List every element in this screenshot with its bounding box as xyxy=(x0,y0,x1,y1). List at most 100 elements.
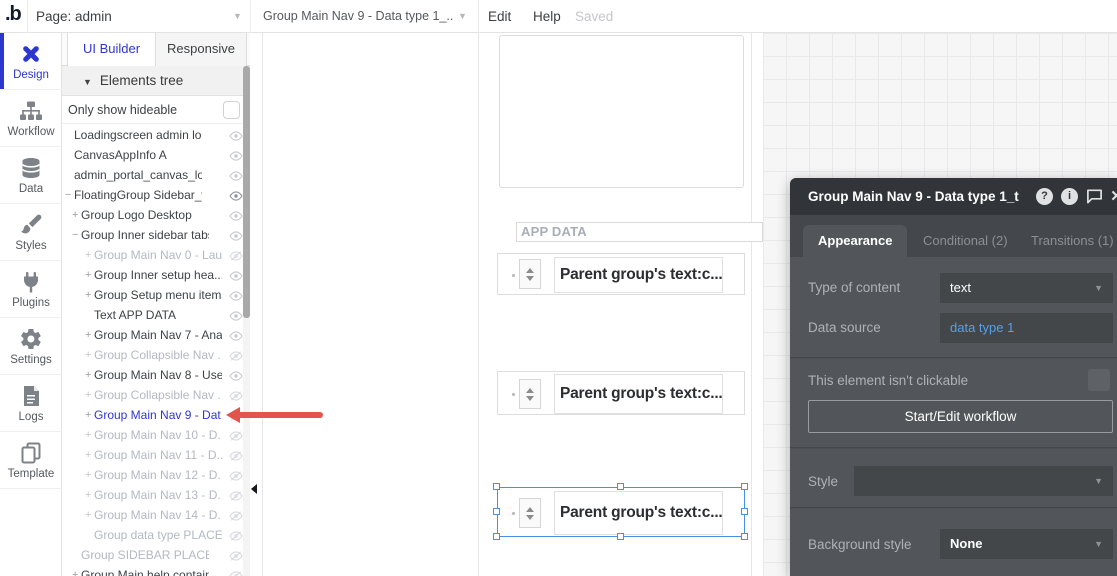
eye-off-icon[interactable] xyxy=(229,450,243,460)
sort-toggle[interactable] xyxy=(519,498,541,528)
tree-item[interactable]: +Group Setup menu items xyxy=(62,285,243,305)
sort-toggle[interactable] xyxy=(519,259,541,289)
tree-item[interactable]: +Group Logo Desktop xyxy=(62,205,243,225)
tree-item[interactable]: +Group Main Nav 12 - D... xyxy=(62,465,243,485)
collapse-icon[interactable]: − xyxy=(72,229,81,241)
tree-item[interactable]: +Group Main Nav 9 - Dat... xyxy=(62,405,243,425)
tree-scrollbar-thumb[interactable] xyxy=(243,66,250,318)
parent-group-text-element[interactable]: Parent group's text:c... xyxy=(554,491,723,535)
eye-off-icon[interactable] xyxy=(229,430,243,440)
tree-item[interactable]: +Group Main Nav 7 - Ana... xyxy=(62,325,243,345)
repeating-row[interactable]: Parent group's text:c... xyxy=(497,253,745,295)
parent-group-text-element[interactable]: Parent group's text:c... xyxy=(554,374,723,414)
selection-handle[interactable] xyxy=(493,483,500,490)
comment-icon[interactable] xyxy=(1086,188,1103,205)
tab-responsive[interactable]: Responsive xyxy=(156,33,247,66)
not-clickable-checkbox[interactable] xyxy=(1088,369,1110,391)
eye-off-icon[interactable] xyxy=(229,530,243,540)
expand-icon[interactable]: + xyxy=(85,409,94,421)
canvas[interactable]: APP DATA Parent group's text:c... Parent … xyxy=(250,33,763,576)
selection-handle[interactable] xyxy=(493,533,500,540)
data-source-field[interactable]: data type 1 xyxy=(940,313,1113,343)
nav-rail-item-workflow[interactable]: Workflow xyxy=(0,90,62,147)
expand-icon[interactable]: + xyxy=(85,429,94,441)
nav-rail-item-logs[interactable]: Logs xyxy=(0,375,62,432)
expand-icon[interactable]: + xyxy=(85,389,94,401)
tree-item[interactable]: Group SIDEBAR PLACEH... xyxy=(62,545,243,565)
tree-item[interactable]: +Group Main Nav 10 - D... xyxy=(62,425,243,445)
selection-handle[interactable] xyxy=(617,483,624,490)
eye-icon[interactable] xyxy=(229,150,243,160)
type-of-content-dropdown[interactable]: text ▼ xyxy=(940,273,1113,303)
tree-item[interactable]: +Group Main Nav 14 - D... xyxy=(62,505,243,525)
tree-item[interactable]: CanvasAppInfo A xyxy=(62,145,243,165)
eye-icon[interactable] xyxy=(229,170,243,180)
tree-item[interactable]: +Group Collapsible Nav ... xyxy=(62,345,243,365)
eye-off-icon[interactable] xyxy=(229,550,243,560)
eye-icon[interactable] xyxy=(229,190,243,200)
expand-icon[interactable]: + xyxy=(85,349,94,361)
expand-icon[interactable]: + xyxy=(72,209,81,221)
eye-off-icon[interactable] xyxy=(229,390,243,400)
property-editor-header[interactable]: Group Main Nav 9 - Data type 1_t ? i ✕ xyxy=(790,178,1117,215)
tree-item[interactable]: +Group Main Nav 8 - Use... xyxy=(62,365,243,385)
tree-item[interactable]: admin_portal_canvas_logic xyxy=(62,165,243,185)
expand-icon[interactable]: + xyxy=(85,289,94,301)
eye-off-icon[interactable] xyxy=(229,510,243,520)
background-style-dropdown[interactable]: None ▼ xyxy=(940,529,1113,559)
eye-off-icon[interactable] xyxy=(229,350,243,360)
eye-icon[interactable] xyxy=(229,130,243,140)
eye-off-icon[interactable] xyxy=(229,470,243,480)
expand-icon[interactable]: + xyxy=(85,369,94,381)
style-dropdown[interactable]: ▼ xyxy=(854,466,1113,496)
chevron-down-icon[interactable]: ▼ xyxy=(458,0,467,33)
tree-item[interactable]: +Group Main Nav 13 - D... xyxy=(62,485,243,505)
selection-handle[interactable] xyxy=(741,533,748,540)
tree-item[interactable]: +Group Main Nav 11 - D... xyxy=(62,445,243,465)
tab-transitions[interactable]: Transitions (1) xyxy=(1016,225,1117,257)
only-show-hideable-checkbox[interactable] xyxy=(223,101,240,119)
sort-toggle[interactable] xyxy=(519,379,541,409)
element-selector[interactable]: Group Main Nav 9 - Data type 1_... xyxy=(263,0,453,33)
expand-icon[interactable]: + xyxy=(85,489,94,501)
tree-item[interactable]: +Group Main Nav 0 - Lau... xyxy=(62,245,243,265)
eye-icon[interactable] xyxy=(229,290,243,300)
eye-off-icon[interactable] xyxy=(229,410,243,420)
selection-handle[interactable] xyxy=(493,508,500,515)
app-data-text-element[interactable]: APP DATA xyxy=(516,222,763,242)
selection-handle[interactable] xyxy=(741,508,748,515)
selection-handle[interactable] xyxy=(741,483,748,490)
elements-tree-header[interactable]: ▼Elements tree xyxy=(62,66,250,96)
tree-item[interactable]: +Group Inner setup hea... xyxy=(62,265,243,285)
start-edit-workflow-button[interactable]: Start/Edit workflow xyxy=(808,400,1113,433)
nav-rail-item-styles[interactable]: Styles xyxy=(0,204,62,261)
panel-collapse-handle[interactable] xyxy=(251,484,257,494)
eye-icon[interactable] xyxy=(229,230,243,240)
eye-icon[interactable] xyxy=(229,330,243,340)
help-menu[interactable]: Help xyxy=(533,0,561,33)
tab-ui-builder[interactable]: UI Builder xyxy=(67,33,156,67)
expand-icon[interactable]: + xyxy=(85,249,94,261)
selection-handle[interactable] xyxy=(617,533,624,540)
tree-item[interactable]: +Group Main help container xyxy=(62,565,243,576)
info-icon[interactable]: i xyxy=(1061,188,1078,205)
tree-item[interactable]: Loadingscreen admin loader xyxy=(62,125,243,145)
eye-icon[interactable] xyxy=(229,210,243,220)
expand-icon[interactable]: + xyxy=(85,469,94,481)
eye-off-icon[interactable] xyxy=(229,490,243,500)
close-icon[interactable]: ✕ xyxy=(1108,188,1117,205)
help-icon[interactable]: ? xyxy=(1036,188,1053,205)
tab-conditional[interactable]: Conditional (2) xyxy=(908,225,1023,257)
eye-off-icon[interactable] xyxy=(229,250,243,260)
page-selector[interactable]: Page: admin xyxy=(36,0,112,33)
nav-rail-item-plugins[interactable]: Plugins xyxy=(0,261,62,318)
bubble-logo[interactable]: .b xyxy=(5,3,21,26)
tree-item[interactable]: Group data type PLACE... xyxy=(62,525,243,545)
nav-rail-item-template[interactable]: Template xyxy=(0,432,62,489)
expand-icon[interactable]: + xyxy=(85,509,94,521)
edit-menu[interactable]: Edit xyxy=(488,0,511,33)
eye-off-icon[interactable] xyxy=(229,570,243,576)
eye-icon[interactable] xyxy=(229,370,243,380)
eye-icon[interactable] xyxy=(229,310,243,320)
tree-item[interactable]: −Group Inner sidebar tabs... xyxy=(62,225,243,245)
